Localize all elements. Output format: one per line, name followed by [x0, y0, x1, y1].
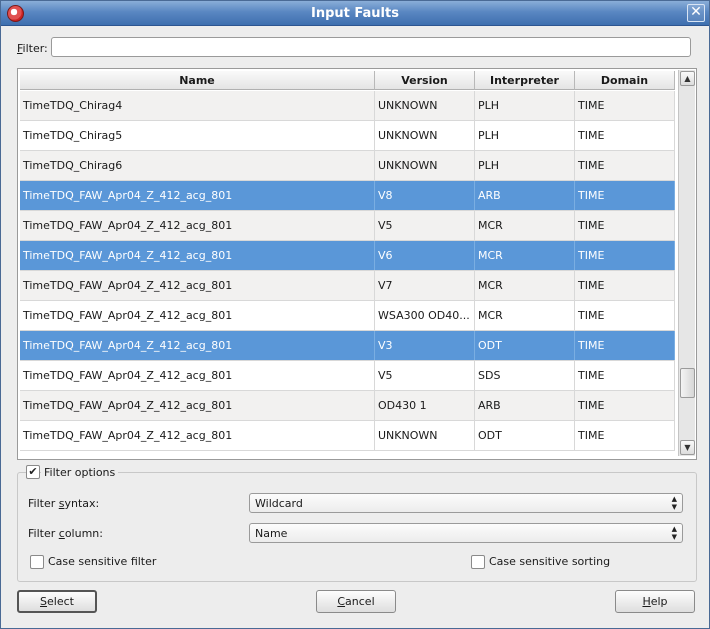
case-sensitive-filter-checkbox[interactable]: [30, 555, 44, 569]
arrow-down-icon[interactable]: ▼: [680, 440, 695, 455]
case-sensitive-filter-label: Case sensitive filter: [48, 555, 157, 568]
cell-version: V5: [375, 361, 475, 390]
filter-column-label: Filter column:: [28, 527, 103, 540]
cell-version: OD430 1: [375, 391, 475, 420]
check-icon: ✔: [28, 465, 38, 478]
case-sensitive-sorting-checkbox[interactable]: [471, 555, 485, 569]
table-row[interactable]: TimeTDQ_FAW_Apr04_Z_412_acg_801 UNKNOWN OD…: [20, 421, 675, 451]
table-body: TimeTDQ_Chirag4 UNKNOWN PLH TIME TimeTDQ_Chi…: [20, 91, 675, 451]
cell-name: TimeTDQ_Chirag6: [20, 151, 375, 180]
cell-version: V8: [375, 181, 475, 210]
vertical-scrollbar[interactable]: ▲ ▼: [678, 70, 695, 456]
cell-domain: TIME: [575, 331, 675, 360]
cell-interpreter: MCR: [475, 271, 575, 300]
cell-name: TimeTDQ_FAW_Apr04_Z_412_acg_801: [20, 241, 375, 270]
column-header-version[interactable]: Version: [375, 71, 475, 90]
filter-column-value: Name: [255, 527, 288, 540]
cell-name: TimeTDQ_Chirag5: [20, 121, 375, 150]
cell-interpreter: MCR: [475, 301, 575, 330]
cell-interpreter: ODT: [475, 421, 575, 450]
cell-name: TimeTDQ_FAW_Apr04_Z_412_acg_801: [20, 181, 375, 210]
filter-column-select[interactable]: Name ▲ ▼: [249, 523, 683, 543]
filter-options-checkbox[interactable]: ✔: [26, 465, 40, 479]
help-button[interactable]: Help: [615, 590, 695, 613]
table-header: Name Version Interpreter Domain: [20, 71, 675, 91]
filter-syntax-select[interactable]: Wildcard ▲ ▼: [249, 493, 683, 513]
cell-interpreter: ARB: [475, 181, 575, 210]
cell-domain: TIME: [575, 211, 675, 240]
case-sensitive-sorting-label: Case sensitive sorting: [489, 555, 611, 568]
updown-arrows-icon: ▲ ▼: [671, 495, 677, 511]
cell-name: TimeTDQ_FAW_Apr04_Z_412_acg_801: [20, 421, 375, 450]
filter-options-label: Filter options: [41, 466, 119, 479]
table-row[interactable]: TimeTDQ_Chirag5 UNKNOWN PLH TIME: [20, 121, 675, 151]
cell-domain: TIME: [575, 241, 675, 270]
column-header-domain[interactable]: Domain: [575, 71, 675, 90]
faults-table: Name Version Interpreter Domain TimeTDQ_…: [17, 68, 697, 460]
cell-version: V5: [375, 211, 475, 240]
cancel-button[interactable]: Cancel: [316, 590, 396, 613]
cell-domain: TIME: [575, 151, 675, 180]
cell-name: TimeTDQ_FAW_Apr04_Z_412_acg_801: [20, 361, 375, 390]
cell-domain: TIME: [575, 361, 675, 390]
table-row[interactable]: TimeTDQ_FAW_Apr04_Z_412_acg_801 V7 MCR TIME: [20, 271, 675, 301]
cell-domain: TIME: [575, 121, 675, 150]
cell-interpreter: MCR: [475, 241, 575, 270]
table-row[interactable]: TimeTDQ_FAW_Apr04_Z_412_acg_801 V6 MCR TIME: [20, 241, 675, 271]
scrollbar-thumb[interactable]: [680, 368, 695, 398]
cell-domain: TIME: [575, 181, 675, 210]
cell-interpreter: ARB: [475, 391, 575, 420]
cell-interpreter: SDS: [475, 361, 575, 390]
cell-interpreter: PLH: [475, 121, 575, 150]
cell-domain: TIME: [575, 421, 675, 450]
table-row[interactable]: TimeTDQ_FAW_Apr04_Z_412_acg_801 V5 SDS TIME: [20, 361, 675, 391]
title-bar[interactable]: Input Faults ✕: [1, 1, 709, 26]
cell-version: UNKNOWN: [375, 151, 475, 180]
table-row[interactable]: TimeTDQ_FAW_Apr04_Z_412_acg_801 V8 ARB TIME: [20, 181, 675, 211]
table-row[interactable]: TimeTDQ_Chirag4 UNKNOWN PLH TIME: [20, 91, 675, 121]
table-row[interactable]: TimeTDQ_FAW_Apr04_Z_412_acg_801 WSA300 OD…: [20, 301, 675, 331]
table-row[interactable]: TimeTDQ_FAW_Apr04_Z_412_acg_801 V3 ODT TIME: [20, 331, 675, 361]
cell-domain: TIME: [575, 91, 675, 120]
select-button[interactable]: Select: [17, 590, 97, 613]
filter-input[interactable]: [51, 37, 691, 57]
cell-name: TimeTDQ_FAW_Apr04_Z_412_acg_801: [20, 271, 375, 300]
table-row[interactable]: TimeTDQ_FAW_Apr04_Z_412_acg_801 V5 MCR TIME: [20, 211, 675, 241]
cell-name: TimeTDQ_FAW_Apr04_Z_412_acg_801: [20, 301, 375, 330]
arrow-up-icon[interactable]: ▲: [680, 71, 695, 86]
cell-version: UNKNOWN: [375, 91, 475, 120]
column-header-name[interactable]: Name: [20, 71, 375, 90]
filter-syntax-label: Filter syntax:: [28, 497, 100, 510]
updown-arrows-icon: ▲ ▼: [671, 525, 677, 541]
cell-interpreter: PLH: [475, 91, 575, 120]
filter-label: Filter:: [17, 42, 48, 55]
cell-version: UNKNOWN: [375, 421, 475, 450]
cell-name: TimeTDQ_FAW_Apr04_Z_412_acg_801: [20, 211, 375, 240]
cell-interpreter: PLH: [475, 151, 575, 180]
cell-version: V7: [375, 271, 475, 300]
cell-name: TimeTDQ_FAW_Apr04_Z_412_acg_801: [20, 391, 375, 420]
close-icon[interactable]: ✕: [687, 4, 705, 22]
cell-version: V3: [375, 331, 475, 360]
cell-interpreter: MCR: [475, 211, 575, 240]
cell-version: UNKNOWN: [375, 121, 475, 150]
window-title: Input Faults: [311, 6, 399, 21]
cell-name: TimeTDQ_Chirag4: [20, 91, 375, 120]
table-row[interactable]: TimeTDQ_Chirag6 UNKNOWN PLH TIME: [20, 151, 675, 181]
cell-domain: TIME: [575, 301, 675, 330]
cell-domain: TIME: [575, 391, 675, 420]
cell-name: TimeTDQ_FAW_Apr04_Z_412_acg_801: [20, 331, 375, 360]
cell-version: V6: [375, 241, 475, 270]
table-row[interactable]: TimeTDQ_FAW_Apr04_Z_412_acg_801 OD430 1 AR…: [20, 391, 675, 421]
cell-domain: TIME: [575, 271, 675, 300]
column-header-interpreter[interactable]: Interpreter: [475, 71, 575, 90]
cell-version: WSA300 OD40...: [375, 301, 475, 330]
filter-syntax-value: Wildcard: [255, 497, 303, 510]
dialog-window: Input Faults ✕ Filter: Name Version Inte…: [0, 0, 710, 629]
cell-interpreter: ODT: [475, 331, 575, 360]
